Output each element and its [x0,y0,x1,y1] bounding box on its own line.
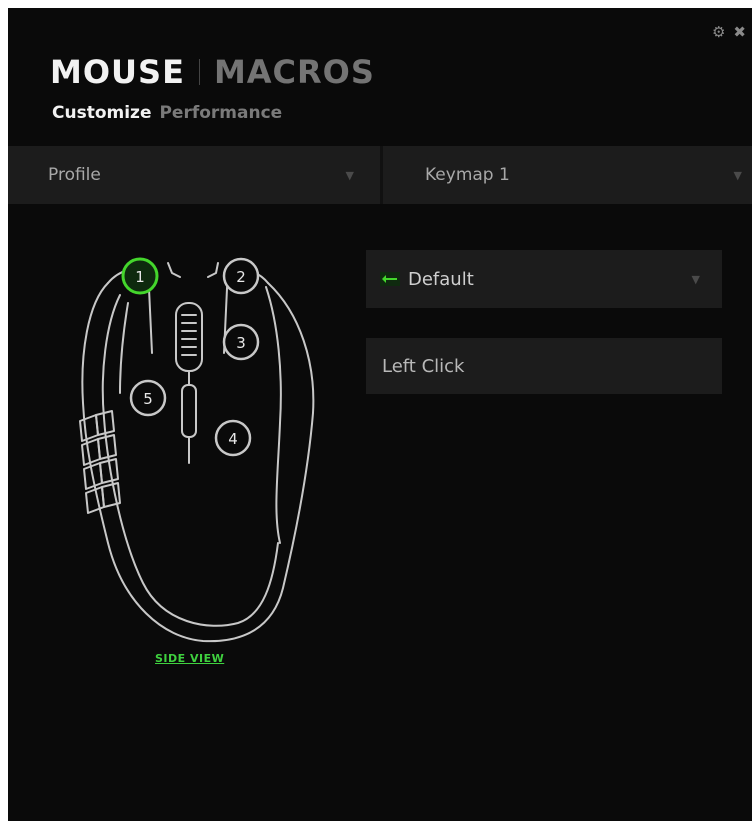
assigned-action-label: Left Click [382,355,465,377]
mouse-diagram: 1 2 3 4 5 [79,257,315,643]
chevron-down-icon: ▼ [733,168,742,182]
window-controls: ⚙ ✖ [712,22,746,42]
tab-mouse[interactable]: MOUSE [50,52,185,92]
assigned-action-field[interactable]: Left Click [366,338,722,394]
tab-macros[interactable]: MACROS [214,52,375,92]
mouse-button-3-label: 3 [236,334,246,352]
main-tabs: MOUSE MACROS [50,52,375,92]
side-view-link[interactable]: SIDE VIEW [155,652,224,665]
mouse-button-5-label: 5 [143,390,153,408]
gear-icon[interactable]: ⚙ [712,22,725,42]
keymap-dropdown-label: Keymap 1 [425,165,510,185]
mouse-button-1-label: 1 [135,268,145,286]
tab-performance[interactable]: Performance [159,102,282,124]
profile-dropdown-label: Profile [48,165,101,185]
profile-dropdown[interactable]: Profile ▼ [8,146,380,204]
sub-tabs: Customize Performance [52,102,282,124]
button-mode-label: Default [408,268,474,290]
mouse-button-4[interactable]: 4 [214,419,252,457]
mouse-button-4-label: 4 [228,430,238,448]
close-icon[interactable]: ✖ [733,22,746,42]
chevron-down-icon: ▼ [345,168,354,182]
keymap-dropdown[interactable]: Keymap 1 ▼ [383,146,752,204]
mouse-button-1[interactable]: 1 [121,257,159,295]
mouse-button-2-label: 2 [236,268,246,286]
profile-bar: Profile ▼ Keymap 1 ▼ [8,146,752,204]
tab-separator [198,59,200,85]
button-mode-dropdown[interactable]: Default ▼ [366,250,722,308]
tab-customize[interactable]: Customize [52,102,151,124]
default-mode-icon [380,272,400,286]
mouse-button-3[interactable]: 3 [222,323,260,361]
mouse-button-5[interactable]: 5 [129,379,167,417]
mouse-button-2[interactable]: 2 [222,257,260,295]
razer-synapse-window: ⚙ ✖ MOUSE MACROS Customize Performance P… [8,8,752,821]
chevron-down-icon: ▼ [691,272,700,286]
